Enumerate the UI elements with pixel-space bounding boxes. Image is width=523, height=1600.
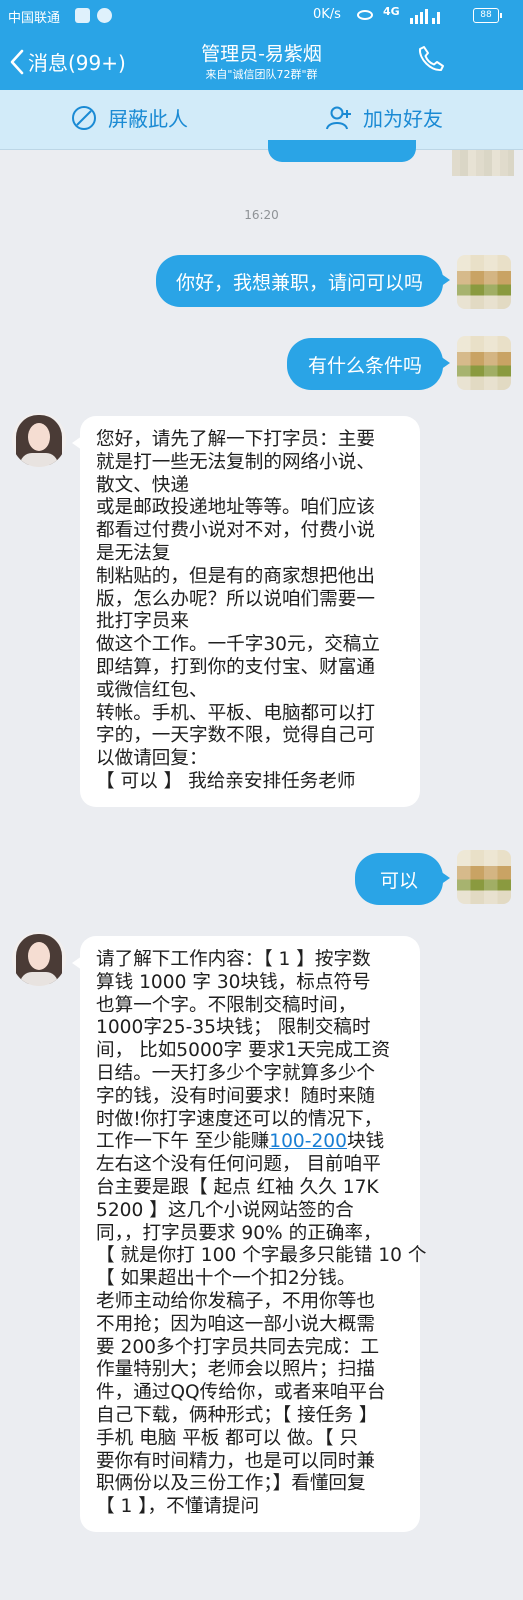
block-user-label: 屏蔽此人 [108, 107, 188, 131]
message-line: 作量特别大；老师会以照片；扫描 [96, 1359, 375, 1381]
message-line: 1000字25-35块钱； 限制交稿时 [96, 1017, 371, 1039]
message-line: 就是打一些无法复制的网络小说、 [96, 451, 375, 473]
message-line: 您好，请先了解一下打字员：主要 [96, 429, 375, 450]
message-line: 日结。一天打多少个字就算多少个 [96, 1062, 375, 1084]
message-line: 间， 比如5000字 要求1天完成工资 [96, 1040, 391, 1062]
network-speed: 0K/s [313, 7, 341, 22]
message-line: 制粘贴的，但是有的商家想把他出 [96, 565, 375, 587]
message-line: 职俩份以及三份工作；】看懂回复 [96, 1473, 366, 1495]
message-line: 左右这个没有任何问题， 目前咱平 [96, 1154, 381, 1176]
message-line: 时做!你打字速度还可以的情况下， [96, 1108, 383, 1130]
status-bar: 中国联通 0K/s 4G 88 [0, 0, 523, 32]
message-line: 或是邮政投递地址等等。咱们应该 [96, 497, 375, 519]
message-line: 【 可以 】 我给亲安排任务老师 [96, 770, 356, 792]
message-line: 件，通过QQ传给你，或者来咱平台 [96, 1382, 386, 1404]
avatar [452, 150, 514, 176]
add-friend-icon [326, 106, 351, 129]
message-bubble-out[interactable]: 你好，我想兼职，请问可以吗 [156, 255, 450, 307]
message-line: 请了解下工作内容：【 1 】按字数 [96, 949, 371, 970]
phone-icon[interactable] [416, 44, 446, 74]
add-friend-label: 加为好友 [363, 107, 443, 131]
avatar[interactable] [457, 850, 511, 904]
message-line: 转帐。手机、平板、电脑都可以打 [96, 702, 375, 724]
message-line: 台主要是跟【 起点 红袖 久久 17K [96, 1176, 379, 1198]
message-text: 可以 [379, 869, 418, 892]
message-line: 或微信红包、 [96, 679, 208, 701]
message-text: 你好，我想兼职，请问可以吗 [175, 271, 423, 294]
message-timestamp: 16:20 [244, 208, 279, 222]
message-line: 都看过付费小说对不对，付费小说 [96, 520, 375, 542]
avatar[interactable] [457, 336, 511, 390]
message-bubble-out[interactable]: 可以 [355, 853, 450, 905]
message-line: 同，，打字员要求 90% 的正确率， [96, 1222, 382, 1244]
message-line: 版，怎么办呢？所以说咱们需要一 [96, 588, 375, 610]
message-line: 也算一个字。不限制交稿时间， [96, 994, 357, 1016]
signal-icon [410, 9, 440, 24]
network-type: 4G [383, 5, 400, 18]
notification-icon [75, 8, 90, 23]
message-line: 做这个工作。一千字30元，交稿立 [96, 634, 380, 656]
eye-icon [357, 10, 373, 20]
avatar[interactable] [457, 255, 511, 309]
message-line: 算钱 1000 字 30块钱，标点符号 [96, 971, 371, 993]
message-line: 不用抢；因为咱这一部小说大概需 [96, 1313, 375, 1335]
message-line: 【 1 】，不懂请提问 [96, 1496, 260, 1518]
message-line: 批打字员来 [96, 611, 189, 633]
message-line: 散文、快递 [96, 474, 189, 496]
message-bubble-in[interactable]: 请了解下工作内容：【 1 】按字数 算钱 1000 字 30块钱，标点符号 也算… [72, 936, 427, 1532]
add-friend-button[interactable]: 加为好友 [325, 103, 443, 132]
message-line: 是无法复 [96, 542, 171, 564]
block-icon [72, 105, 96, 130]
app-icon [97, 8, 112, 23]
message-text: 有什么条件吗 [307, 354, 422, 377]
message-link[interactable]: 100-200 [269, 1131, 347, 1152]
carrier-label: 中国联通 [8, 11, 61, 26]
message-line: 即结算，打到你的支付宝、财富通 [96, 656, 375, 678]
message-bubble-out[interactable]: 有什么条件吗 [287, 338, 450, 390]
message-line: 工作一下午 至少能赚100-200块钱 [96, 1131, 408, 1154]
message-line: 手机 电脑 平板 都可以 做。【 只 [96, 1427, 358, 1449]
previous-message-bubble [268, 140, 416, 162]
message-line: 【 就是你打 100 个字最多只能错 10 个 [96, 1245, 427, 1267]
action-bar: 屏蔽此人 加为好友 [0, 90, 523, 150]
message-line: 字的，一天字数不限，觉得自己可 [96, 725, 375, 747]
message-line: 自己下载，俩种形式；【 接任务 】 [96, 1404, 378, 1426]
message-line-suffix: 块钱 [346, 1131, 385, 1153]
message-line-prefix: 工作一下午 至少能赚 [96, 1131, 270, 1153]
block-user-button[interactable]: 屏蔽此人 [70, 103, 188, 132]
battery-level: 88 [480, 10, 492, 20]
avatar[interactable] [12, 413, 66, 467]
chat-header: 消息(99+) 管理员-易紫烟 来自"诚信团队72群"群 [0, 32, 523, 90]
message-line: 要你有时间精力，也是可以同时兼 [96, 1450, 375, 1472]
message-line: 【 如果超出十个一个扣2分钱。 [96, 1268, 356, 1290]
message-bubble-in[interactable]: 您好，请先了解一下打字员：主要 就是打一些无法复制的网络小说、 散文、快递 或是… [72, 416, 420, 807]
message-line: 要 200多个打字员共同去完成：工 [96, 1336, 380, 1358]
message-line: 以做请回复： [96, 748, 208, 770]
avatar[interactable] [12, 932, 66, 986]
message-line: 5200 】这几个小说网站签的合 [96, 1199, 354, 1221]
message-line: 老师主动给你发稿子，不用你等也 [96, 1290, 375, 1312]
message-line: 字的钱，没有时间要求！随时来随 [96, 1085, 375, 1107]
battery-icon: 88 [473, 8, 502, 23]
